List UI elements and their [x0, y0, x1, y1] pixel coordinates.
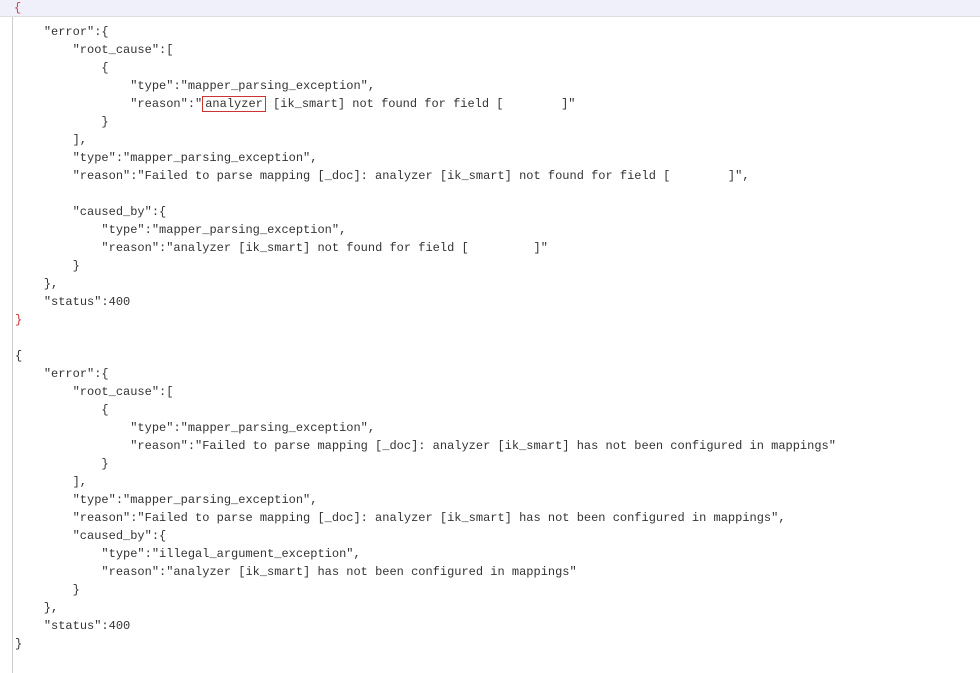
code-line: "error":{ — [15, 365, 980, 383]
code-line: ], — [15, 131, 980, 149]
code-line: } — [15, 257, 980, 275]
value: "Failed to parse mapping [_doc]: analyze… — [195, 439, 836, 453]
code-line: } — [15, 581, 980, 599]
code-line: "error":{ — [15, 23, 980, 41]
value: 400 — [109, 295, 131, 309]
value: "analyzer [ik_smart] has not been config… — [166, 565, 576, 579]
code-line: ], — [15, 473, 980, 491]
code-editor: "error":{ "root_cause":[ { "type":"mappe… — [12, 17, 980, 673]
key: "status" — [44, 619, 102, 633]
key: "reason" — [101, 565, 159, 579]
key: "caused_by" — [73, 205, 152, 219]
topbar-open-brace: { — [14, 1, 21, 15]
code-line: "status":400 — [15, 617, 980, 635]
key: "root_cause" — [73, 43, 159, 57]
value: "Failed to parse mapping [_doc]: analyze… — [137, 169, 742, 183]
value: "analyzer [ik_smart] not found for field… — [166, 241, 548, 255]
code-line: "caused_by":{ — [15, 527, 980, 545]
code-line: } — [15, 635, 980, 653]
key: "status" — [44, 295, 102, 309]
code-line: "type":"mapper_parsing_exception", — [15, 419, 980, 437]
key: "root_cause" — [73, 385, 159, 399]
code-line: "reason":"analyzer [ik_smart] not found … — [15, 95, 980, 113]
key: "reason" — [130, 439, 188, 453]
code-line: { — [15, 59, 980, 77]
key: "caused_by" — [73, 529, 152, 543]
code-line: { — [15, 401, 980, 419]
code-line: "type":"mapper_parsing_exception", — [15, 491, 980, 509]
blank-line — [15, 329, 980, 347]
key: "reason" — [101, 241, 159, 255]
code-line: "type":"illegal_argument_exception", — [15, 545, 980, 563]
value: "mapper_parsing_exception" — [181, 79, 368, 93]
key: "type" — [130, 79, 173, 93]
code-line: "reason":"Failed to parse mapping [_doc]… — [15, 509, 980, 527]
code-line: }, — [15, 599, 980, 617]
code-line: } — [15, 455, 980, 473]
top-highlight-bar: { — [0, 0, 980, 17]
code-line: "type":"mapper_parsing_exception", — [15, 149, 980, 167]
value: "mapper_parsing_exception" — [123, 151, 310, 165]
value: "illegal_argument_exception" — [152, 547, 354, 561]
code-line: { — [15, 347, 980, 365]
value: 400 — [109, 619, 131, 633]
key: "error" — [44, 25, 94, 39]
code-line: "type":"mapper_parsing_exception", — [15, 77, 980, 95]
code-line: } — [15, 113, 980, 131]
code-line — [15, 185, 980, 203]
key: "reason" — [130, 97, 188, 111]
value: "Failed to parse mapping [_doc]: analyze… — [137, 511, 778, 525]
code-line: "reason":"Failed to parse mapping [_doc]… — [15, 437, 980, 455]
key: "type" — [73, 493, 116, 507]
code-line: }, — [15, 275, 980, 293]
code-line: "type":"mapper_parsing_exception", — [15, 221, 980, 239]
code-line: "caused_by":{ — [15, 203, 980, 221]
value: [ik_smart] not found for field [ ]" — [266, 97, 576, 111]
code-line: } — [15, 311, 980, 329]
key: "reason" — [73, 511, 131, 525]
value: "mapper_parsing_exception" — [181, 421, 368, 435]
value: "mapper_parsing_exception" — [152, 223, 339, 237]
key: "type" — [130, 421, 173, 435]
code-line: "status":400 — [15, 293, 980, 311]
key: "error" — [44, 367, 94, 381]
code-line: "reason":"analyzer [ik_smart] not found … — [15, 239, 980, 257]
highlighted-analyzer-word: analyzer — [202, 96, 266, 112]
code-line: "root_cause":[ — [15, 41, 980, 59]
code-line: "reason":"Failed to parse mapping [_doc]… — [15, 167, 980, 185]
code-line: "root_cause":[ — [15, 383, 980, 401]
key: "reason" — [73, 169, 131, 183]
key: "type" — [101, 547, 144, 561]
closing-brace-red: } — [15, 313, 22, 327]
code-line: "reason":"analyzer [ik_smart] has not be… — [15, 563, 980, 581]
value: "mapper_parsing_exception" — [123, 493, 310, 507]
key: "type" — [101, 223, 144, 237]
key: "type" — [73, 151, 116, 165]
